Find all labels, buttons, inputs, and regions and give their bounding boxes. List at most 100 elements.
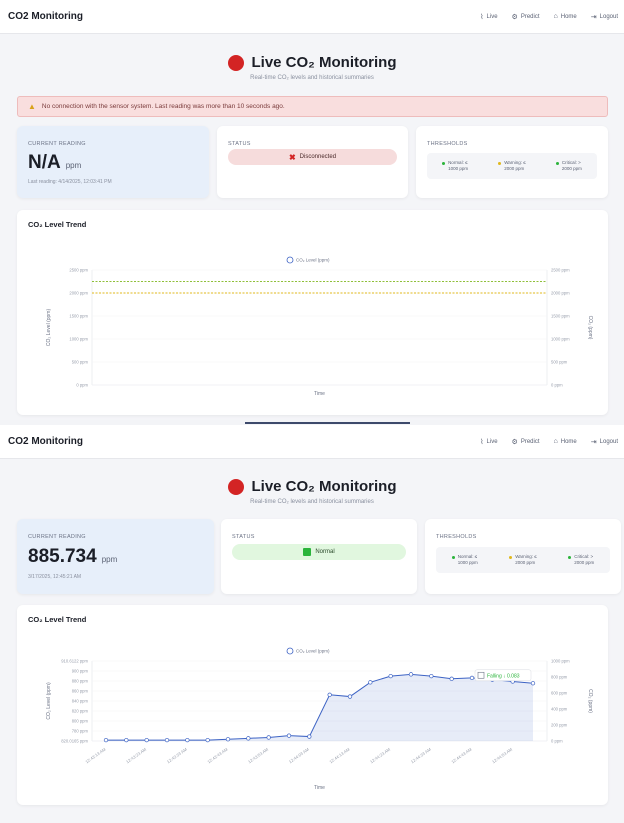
nav-home[interactable]: ⌂ Home bbox=[554, 438, 577, 445]
data-point bbox=[347, 694, 353, 699]
status-label: STATUS bbox=[232, 534, 255, 540]
thresholds-list: Normal: ≤1000 ppm Warning: ≤2000 ppm Cri… bbox=[427, 153, 597, 179]
y2-tick-label: 200 ppm bbox=[551, 723, 568, 728]
page-subtitle: Real-time CO₂ levels and historical summ… bbox=[250, 499, 374, 505]
trend-card: CO₂ Level Trend CO₂ Level (ppm) 2500 ppm 2… bbox=[17, 210, 608, 415]
data-point bbox=[429, 673, 434, 679]
nav-live[interactable]: ⌇ Live bbox=[480, 13, 497, 21]
nav-logout[interactable]: ⇥ Logout bbox=[591, 13, 618, 21]
y2-tick-label: 2500 ppm bbox=[551, 268, 570, 273]
nav-predict[interactable]: ⚙ Predict bbox=[512, 438, 540, 446]
data-point bbox=[530, 681, 536, 686]
home-icon: ⌂ bbox=[553, 13, 558, 20]
brand[interactable]: CO2 Monitoring bbox=[8, 436, 83, 447]
y-tick-label: 820.0165 ppm bbox=[61, 739, 88, 744]
y-tick-label: 2000 ppm bbox=[69, 291, 88, 296]
reading-unit: ppm bbox=[65, 161, 82, 170]
y-tick-label: 1000 ppm bbox=[69, 337, 88, 342]
y-tick-label: 0 ppm bbox=[76, 383, 88, 388]
connection-alert: ▲ No connection with the sensor system. … bbox=[17, 96, 608, 117]
thresholds-card: THRESHOLDS Normal: ≤1000 ppm Warning: ≤2… bbox=[425, 519, 621, 594]
x-tick-label: 12:44:03 AM bbox=[288, 746, 311, 764]
status-card: STATUS ✖ Disconnected bbox=[217, 126, 408, 198]
y-tick-label: 820 ppm bbox=[72, 709, 89, 714]
nav-logout-label: Logout bbox=[599, 438, 618, 445]
status-text: Normal bbox=[315, 549, 335, 555]
live-indicator-icon bbox=[227, 54, 244, 71]
thresholds-card: THRESHOLDS Normal: ≤1000 ppm Warning: ≤2… bbox=[416, 126, 608, 198]
x-tick-label: 12:44:23 AM bbox=[369, 746, 392, 764]
logout-icon: ⇥ bbox=[590, 13, 597, 21]
status-label: STATUS bbox=[228, 141, 251, 147]
nav-predict-label: Predict bbox=[520, 438, 540, 445]
threshold-critical: Critical: >2000 ppm bbox=[555, 160, 582, 172]
x-tick-label: 12:44:13 AM bbox=[328, 746, 351, 764]
threshold-normal-label: Normal: ≤ bbox=[457, 554, 478, 559]
threshold-dot-icon bbox=[555, 162, 559, 165]
status-badge: Normal bbox=[232, 544, 406, 560]
current-reading-label: CURRENT READING bbox=[28, 141, 86, 147]
data-point bbox=[469, 675, 475, 681]
y-tick-label: 840 ppm bbox=[72, 699, 89, 704]
current-reading-label: CURRENT READING bbox=[28, 534, 86, 540]
x-axis-title: Time bbox=[314, 785, 325, 791]
x-axis-title: Time bbox=[314, 391, 325, 397]
reading-timestamp: 3/17/2025, 12:45:21 AM bbox=[28, 574, 82, 580]
status-card: STATUS Normal bbox=[221, 519, 417, 594]
threshold-normal: Normal: ≤1000 ppm bbox=[442, 160, 468, 172]
data-point bbox=[164, 737, 170, 743]
page-header: Live CO₂ Monitoring Real-time CO₂ levels… bbox=[0, 54, 624, 81]
threshold-normal: Normal: ≤1000 ppm bbox=[451, 554, 478, 566]
x-tick-label: 12:43:53 AM bbox=[247, 746, 270, 764]
reading-number: N/A bbox=[28, 152, 61, 173]
threshold-critical-value: 2000 ppm bbox=[561, 166, 582, 171]
data-point bbox=[388, 673, 393, 679]
y2-tick-label: 400 ppm bbox=[551, 707, 568, 712]
warning-icon: ▲ bbox=[28, 102, 36, 111]
threshold-dot-icon bbox=[498, 162, 502, 165]
logout-icon: ⇥ bbox=[590, 438, 597, 446]
threshold-warning-label: Warning: ≤ bbox=[515, 554, 537, 559]
nav-live[interactable]: ⌇ Live bbox=[480, 438, 497, 446]
legend-marker bbox=[286, 647, 294, 655]
check-icon bbox=[303, 548, 312, 556]
threshold-normal-value: 1000 ppm bbox=[457, 560, 478, 565]
snapshot-connected: CO2 Monitoring ⌇ Live ⚙ Predict ⌂ Home ⇥ Log… bbox=[0, 425, 624, 823]
data-point bbox=[449, 676, 454, 681]
data-point bbox=[327, 692, 332, 697]
y-tick-label: 880 ppm bbox=[72, 679, 89, 684]
gear-icon: ⚙ bbox=[511, 13, 518, 21]
threshold-normal-value: 1000 ppm bbox=[448, 166, 469, 171]
y2-tick-label: 1000 ppm bbox=[551, 337, 570, 342]
current-reading-card: CURRENT READING 885.734 ppm 3/17/2025, 12… bbox=[17, 519, 214, 594]
data-point bbox=[266, 735, 271, 740]
y-tick-label: 2500 ppm bbox=[69, 268, 88, 273]
data-point bbox=[103, 737, 109, 743]
nav-logout[interactable]: ⇥ Logout bbox=[591, 438, 618, 446]
y-tick-label: 800 ppm bbox=[72, 719, 89, 724]
threshold-critical-label: Critical: > bbox=[561, 160, 581, 165]
nav-predict[interactable]: ⚙ Predict bbox=[512, 13, 540, 21]
page-title: Live CO₂ Monitoring bbox=[0, 478, 624, 495]
y-axis-title: CO₂ Level (ppm) bbox=[46, 309, 52, 347]
data-point bbox=[205, 737, 210, 743]
current-reading-value: N/A ppm bbox=[28, 152, 81, 174]
nav-menu: ⌇ Live ⚙ Predict ⌂ Home ⇥ Logout bbox=[480, 438, 618, 446]
threshold-critical-label: Critical: > bbox=[574, 554, 594, 559]
nav-home[interactable]: ⌂ Home bbox=[554, 13, 577, 20]
reading-timestamp: Last reading: 4/14/2025, 12:03:41 PM bbox=[28, 179, 112, 185]
x-tick-label: 12:43:43 AM bbox=[206, 746, 229, 764]
y2-tick-label: 600 ppm bbox=[551, 691, 568, 696]
x-tick-label: 12:44:33 AM bbox=[410, 746, 433, 764]
x-tick-label: 12:44:53 AM bbox=[491, 746, 514, 764]
y-tick-label: 900 ppm bbox=[72, 669, 89, 674]
snapshot-divider bbox=[245, 422, 410, 424]
gear-icon: ⚙ bbox=[511, 438, 518, 446]
nav-live-label: Live bbox=[486, 13, 498, 20]
data-point bbox=[225, 737, 231, 742]
threshold-critical-value: 2000 ppm bbox=[574, 560, 595, 565]
chart-title: CO₂ Level Trend bbox=[28, 615, 87, 624]
y2-tick-label: 500 ppm bbox=[551, 360, 568, 365]
nav-menu: ⌇ Live ⚙ Predict ⌂ Home ⇥ Logout bbox=[480, 13, 618, 21]
brand[interactable]: CO2 Monitoring bbox=[8, 11, 83, 22]
